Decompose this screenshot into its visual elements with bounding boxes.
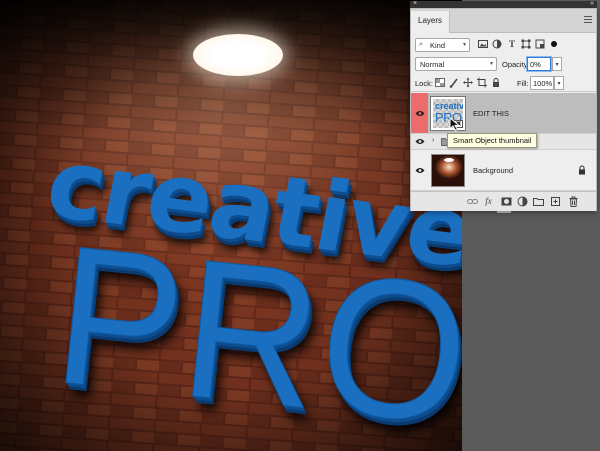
image-filter-icon[interactable] bbox=[478, 39, 488, 49]
fill-input[interactable]: 100% bbox=[530, 76, 554, 90]
panel-tab-bar: Layers bbox=[411, 9, 596, 33]
shape-filter-icon[interactable] bbox=[521, 39, 531, 49]
eye-icon[interactable] bbox=[415, 167, 425, 174]
layer-name[interactable]: EDIT THIS bbox=[473, 109, 509, 118]
lock-row: Lock: Fill: 100% ▾ bbox=[411, 75, 596, 92]
smart-object-filter-icon[interactable] bbox=[535, 39, 545, 49]
visibility-column[interactable] bbox=[411, 134, 428, 149]
pointer-cursor-icon bbox=[449, 117, 461, 131]
layer-filter-row: ⌕ Kind ▾ T bbox=[411, 37, 596, 54]
adjustment-filter-icon[interactable] bbox=[492, 39, 502, 49]
new-group-icon[interactable] bbox=[533, 196, 544, 207]
opacity-slider-toggle[interactable]: ▾ bbox=[552, 57, 562, 71]
lock-position-icon[interactable] bbox=[463, 77, 473, 88]
blend-mode-value: Normal bbox=[420, 60, 445, 69]
delete-layer-icon[interactable] bbox=[568, 196, 579, 207]
search-icon: ⌕ bbox=[419, 41, 423, 48]
blend-row: Normal ▾ Opacity: 0% ▾ bbox=[411, 56, 596, 73]
eye-icon[interactable] bbox=[415, 110, 425, 117]
visibility-column[interactable] bbox=[411, 93, 428, 133]
fill-slider-toggle[interactable]: ▾ bbox=[554, 76, 564, 90]
lock-all-icon[interactable] bbox=[491, 77, 501, 88]
fill-label: Fill: bbox=[517, 79, 529, 88]
type-filter-icon[interactable]: T bbox=[507, 39, 517, 49]
document-canvas[interactable]: creative PRO bbox=[0, 0, 462, 451]
panel-menu-icon[interactable] bbox=[584, 16, 592, 23]
tooltip: Smart Object thumbnail bbox=[447, 133, 538, 148]
layer-row-background[interactable]: Background bbox=[411, 150, 596, 191]
lock-label: Lock: bbox=[415, 79, 433, 88]
panel-footer: fx bbox=[411, 191, 596, 211]
lock-icon bbox=[579, 165, 585, 175]
lock-transparent-pixels-icon[interactable] bbox=[435, 77, 445, 88]
blend-mode-select[interactable]: Normal ▾ bbox=[415, 57, 497, 71]
adjustment-layer-icon[interactable] bbox=[517, 196, 528, 207]
panel-title-bar[interactable]: × « bbox=[410, 0, 597, 8]
collapse-icon[interactable]: « bbox=[590, 0, 594, 7]
panel-resize-grip[interactable] bbox=[497, 211, 511, 213]
headline-pro: PRO bbox=[46, 203, 462, 451]
lock-artboard-icon[interactable] bbox=[477, 77, 487, 88]
kind-filter-select[interactable]: ⌕ Kind ▾ bbox=[415, 38, 470, 52]
close-icon[interactable]: × bbox=[413, 0, 417, 7]
lock-image-pixels-icon[interactable] bbox=[449, 77, 459, 88]
add-mask-icon[interactable] bbox=[501, 196, 512, 207]
layers-panel: × « Layers ⌕ Kind ▾ T Normal ▾ Opacity: … bbox=[410, 0, 597, 213]
kind-filter-value: Kind bbox=[430, 41, 446, 50]
chevron-down-icon: ▾ bbox=[462, 42, 466, 48]
filter-toggle-dot[interactable] bbox=[549, 39, 559, 49]
visibility-column[interactable] bbox=[411, 150, 428, 190]
opacity-label: Opacity: bbox=[502, 60, 530, 69]
fx-icon[interactable]: fx bbox=[483, 196, 494, 207]
tab-layers[interactable]: Layers bbox=[411, 11, 451, 33]
link-layers-icon[interactable] bbox=[467, 196, 478, 207]
new-layer-icon[interactable] bbox=[550, 196, 561, 207]
layer-name[interactable]: Background bbox=[473, 166, 513, 175]
layer-row-edit-this[interactable]: creative PRO ▣ EDIT THIS bbox=[411, 93, 596, 134]
opacity-input[interactable]: 0% bbox=[527, 57, 551, 71]
eye-icon[interactable] bbox=[415, 138, 425, 145]
ceiling-lamp bbox=[193, 34, 283, 76]
chevron-down-icon: ▾ bbox=[489, 61, 493, 67]
chevron-right-icon[interactable]: › bbox=[432, 137, 434, 144]
background-thumbnail[interactable] bbox=[431, 154, 465, 187]
photoshop-workspace: creative PRO × « Layers ⌕ Kind ▾ T Norma… bbox=[0, 0, 600, 451]
thumbnail-lamp bbox=[444, 158, 454, 162]
